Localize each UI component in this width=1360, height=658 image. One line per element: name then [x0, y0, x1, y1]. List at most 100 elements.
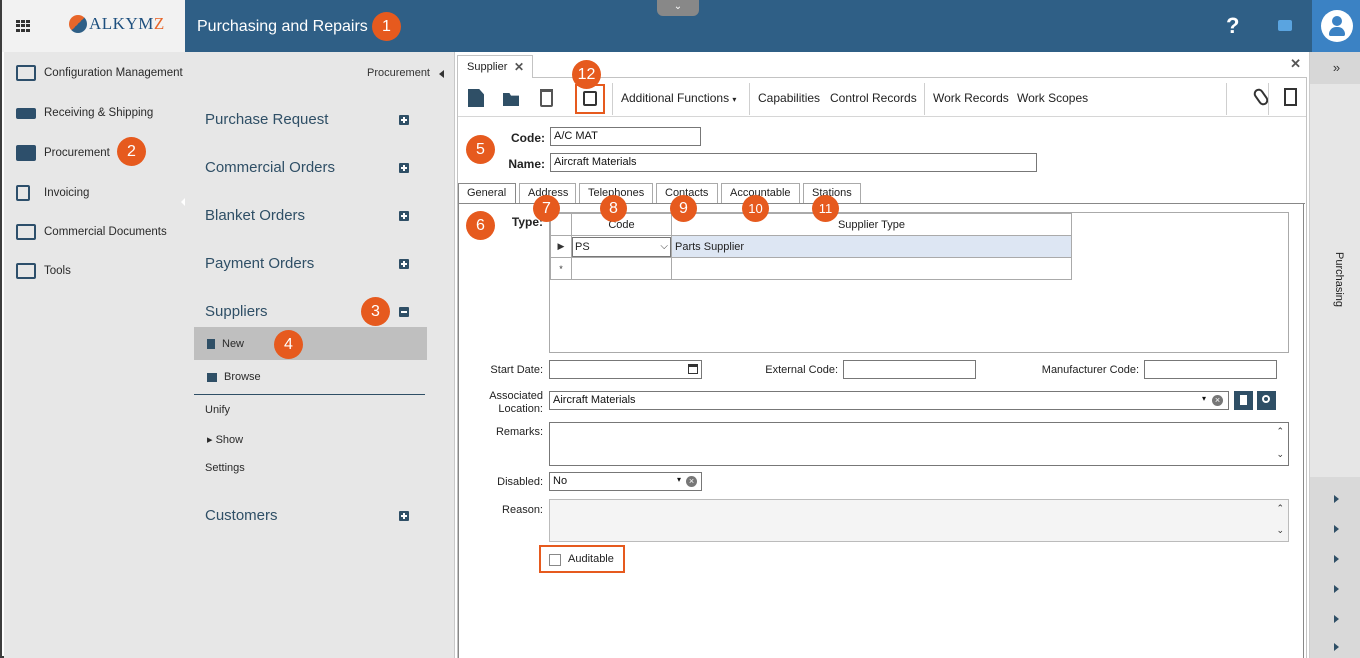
- additional-functions-menu[interactable]: Additional Functions ▾: [621, 91, 736, 105]
- trash-icon[interactable]: [540, 89, 553, 107]
- sidebar-item-label: Procurement: [44, 147, 110, 159]
- expand-plus-icon[interactable]: [399, 211, 409, 221]
- search-location-button[interactable]: [1257, 391, 1276, 410]
- expand-plus-icon[interactable]: [399, 163, 409, 173]
- name-input[interactable]: Aircraft Materials: [550, 153, 1037, 172]
- expand-plus-icon[interactable]: [399, 115, 409, 125]
- sidebar-item-receiving-shipping[interactable]: Receiving & Shipping: [16, 101, 153, 125]
- rail-label-purchasing[interactable]: Purchasing: [1333, 252, 1345, 307]
- reason-textarea[interactable]: ⌃ ⌄: [549, 499, 1289, 542]
- expand-plus-icon[interactable]: [399, 511, 409, 521]
- sidebar-item-commercial-documents[interactable]: Commercial Documents: [16, 220, 167, 244]
- sidebar-item-procurement[interactable]: Procurement: [16, 141, 110, 165]
- calendar-icon[interactable]: [688, 364, 698, 374]
- new-file-icon[interactable]: [468, 89, 484, 107]
- nav-group-blanket-orders[interactable]: Blanket Orders: [205, 207, 305, 224]
- tab-general[interactable]: General: [458, 183, 516, 204]
- nav-group-purchase-request[interactable]: Purchase Request: [205, 111, 328, 128]
- sidebar-item-invoicing[interactable]: Invoicing: [16, 181, 89, 205]
- disabled-label: Disabled:: [497, 476, 543, 488]
- document-search-icon[interactable]: [1284, 88, 1297, 106]
- close-tab-icon[interactable]: ✕: [514, 60, 524, 74]
- work-records-button[interactable]: Work Records: [933, 91, 1009, 105]
- right-rail: » Purchasing: [1309, 52, 1360, 658]
- toolbar-divider: [749, 83, 750, 115]
- toolbar-divider: [1226, 83, 1227, 115]
- chevron-right-icon[interactable]: [1334, 615, 1339, 623]
- nav-item-new[interactable]: New: [207, 338, 244, 350]
- clear-icon[interactable]: ×: [1212, 395, 1223, 406]
- chevron-down-icon[interactable]: ⌵: [660, 241, 668, 252]
- tab-panel-border-right: [1303, 203, 1304, 658]
- user-menu-button[interactable]: [1312, 0, 1360, 52]
- edit-icon: [16, 65, 36, 81]
- scroll-up-icon[interactable]: ⌃: [1276, 503, 1284, 514]
- work-scopes-button[interactable]: Work Scopes: [1017, 91, 1088, 105]
- disabled-select[interactable]: No ▾ ×: [549, 472, 702, 491]
- sidebar-item-configuration-management[interactable]: Configuration Management: [16, 61, 183, 85]
- remarks-textarea[interactable]: ⌃ ⌄: [549, 422, 1289, 466]
- nav-group-payment-orders[interactable]: Payment Orders: [205, 255, 314, 272]
- nav-breadcrumb[interactable]: Procurement: [367, 67, 444, 79]
- logo-swoosh-icon: [69, 15, 87, 33]
- grid-cell-code[interactable]: [571, 257, 672, 280]
- grid-cell-supplier-type[interactable]: [671, 257, 1072, 280]
- associated-location-select[interactable]: Aircraft Materials ▾ ×: [549, 391, 1229, 410]
- collapse-minus-icon[interactable]: [399, 307, 409, 317]
- grid-cell-code[interactable]: PS ⌵: [571, 235, 672, 258]
- chevron-right-icon[interactable]: [1334, 643, 1339, 651]
- expand-rail-icon[interactable]: »: [1310, 52, 1360, 84]
- associated-location-value: Aircraft Materials: [553, 394, 636, 406]
- nav-group-commercial-orders[interactable]: Commercial Orders: [205, 159, 335, 176]
- clear-icon[interactable]: ×: [686, 476, 697, 487]
- chevron-right-icon[interactable]: [1334, 555, 1339, 563]
- help-icon[interactable]: ?: [1226, 13, 1239, 39]
- close-document-icon[interactable]: ✕: [1290, 56, 1301, 72]
- nav-item-browse[interactable]: Browse: [207, 371, 261, 383]
- scroll-down-icon[interactable]: ⌄: [1276, 525, 1284, 536]
- apps-grid-icon[interactable]: [16, 20, 30, 32]
- scroll-up-icon[interactable]: ⌃: [1276, 426, 1284, 437]
- chat-icon[interactable]: [1278, 20, 1292, 31]
- expand-plus-icon[interactable]: [399, 259, 409, 269]
- callout-8: 8: [600, 195, 627, 222]
- chevron-right-icon[interactable]: [1334, 525, 1339, 533]
- control-records-button[interactable]: Control Records: [830, 91, 917, 105]
- grid-cell-supplier-type[interactable]: Parts Supplier: [671, 235, 1072, 258]
- manufacturer-code-input[interactable]: [1144, 360, 1277, 379]
- sidebar-item-label: Invoicing: [44, 187, 90, 199]
- scroll-down-icon[interactable]: ⌄: [1276, 449, 1284, 460]
- nav-item-settings[interactable]: Settings: [205, 462, 245, 474]
- capabilities-button[interactable]: Capabilities: [758, 91, 820, 105]
- label-line-2: Location:: [498, 403, 543, 415]
- auditable-label: Auditable: [568, 553, 614, 565]
- start-date-input[interactable]: [549, 360, 702, 379]
- chevron-right-icon[interactable]: [1334, 495, 1339, 503]
- open-folder-icon[interactable]: [503, 93, 519, 106]
- nav-item-show[interactable]: ▸ Show: [207, 433, 243, 446]
- external-code-input[interactable]: [843, 360, 976, 379]
- sidebar-item-tools[interactable]: Tools: [16, 259, 71, 283]
- auditable-checkbox-highlight[interactable]: Auditable: [539, 545, 625, 573]
- code-input[interactable]: A/C MAT: [550, 127, 701, 146]
- code-dropdown[interactable]: PS ⌵: [572, 236, 671, 257]
- dropdown-caret-icon[interactable]: ▾: [677, 475, 681, 484]
- column-header-supplier-type[interactable]: Supplier Type: [671, 213, 1072, 236]
- supplier-type-grid[interactable]: Code Supplier Type ▶ PS ⌵ Parts Supplier …: [549, 212, 1289, 353]
- nav-group-customers[interactable]: Customers: [205, 507, 278, 524]
- app-frame: ALKYM Z Purchasing and Repairs ⌄ ? 1 Conf…: [0, 0, 1360, 658]
- table-row[interactable]: ▶ PS ⌵ Parts Supplier: [550, 235, 1072, 258]
- tab-supplier[interactable]: Supplier ✕: [457, 55, 533, 78]
- collapse-header-chevron-icon[interactable]: ⌄: [657, 0, 699, 16]
- manufacturer-code-label: Manufacturer Code:: [1041, 364, 1139, 376]
- nav-item-unify[interactable]: Unify: [205, 404, 230, 416]
- associated-location-label: Associated Location:: [475, 390, 543, 416]
- grid-header-row: Code Supplier Type: [550, 213, 1072, 236]
- table-row-new[interactable]: *: [550, 257, 1072, 280]
- nav-group-suppliers[interactable]: Suppliers: [205, 303, 268, 320]
- chevron-right-icon[interactable]: [1334, 585, 1339, 593]
- dropdown-caret-icon[interactable]: ▾: [1202, 394, 1206, 403]
- toolbar-divider: [924, 83, 925, 115]
- auditable-checkbox[interactable]: [549, 554, 561, 566]
- new-location-button[interactable]: [1234, 391, 1253, 410]
